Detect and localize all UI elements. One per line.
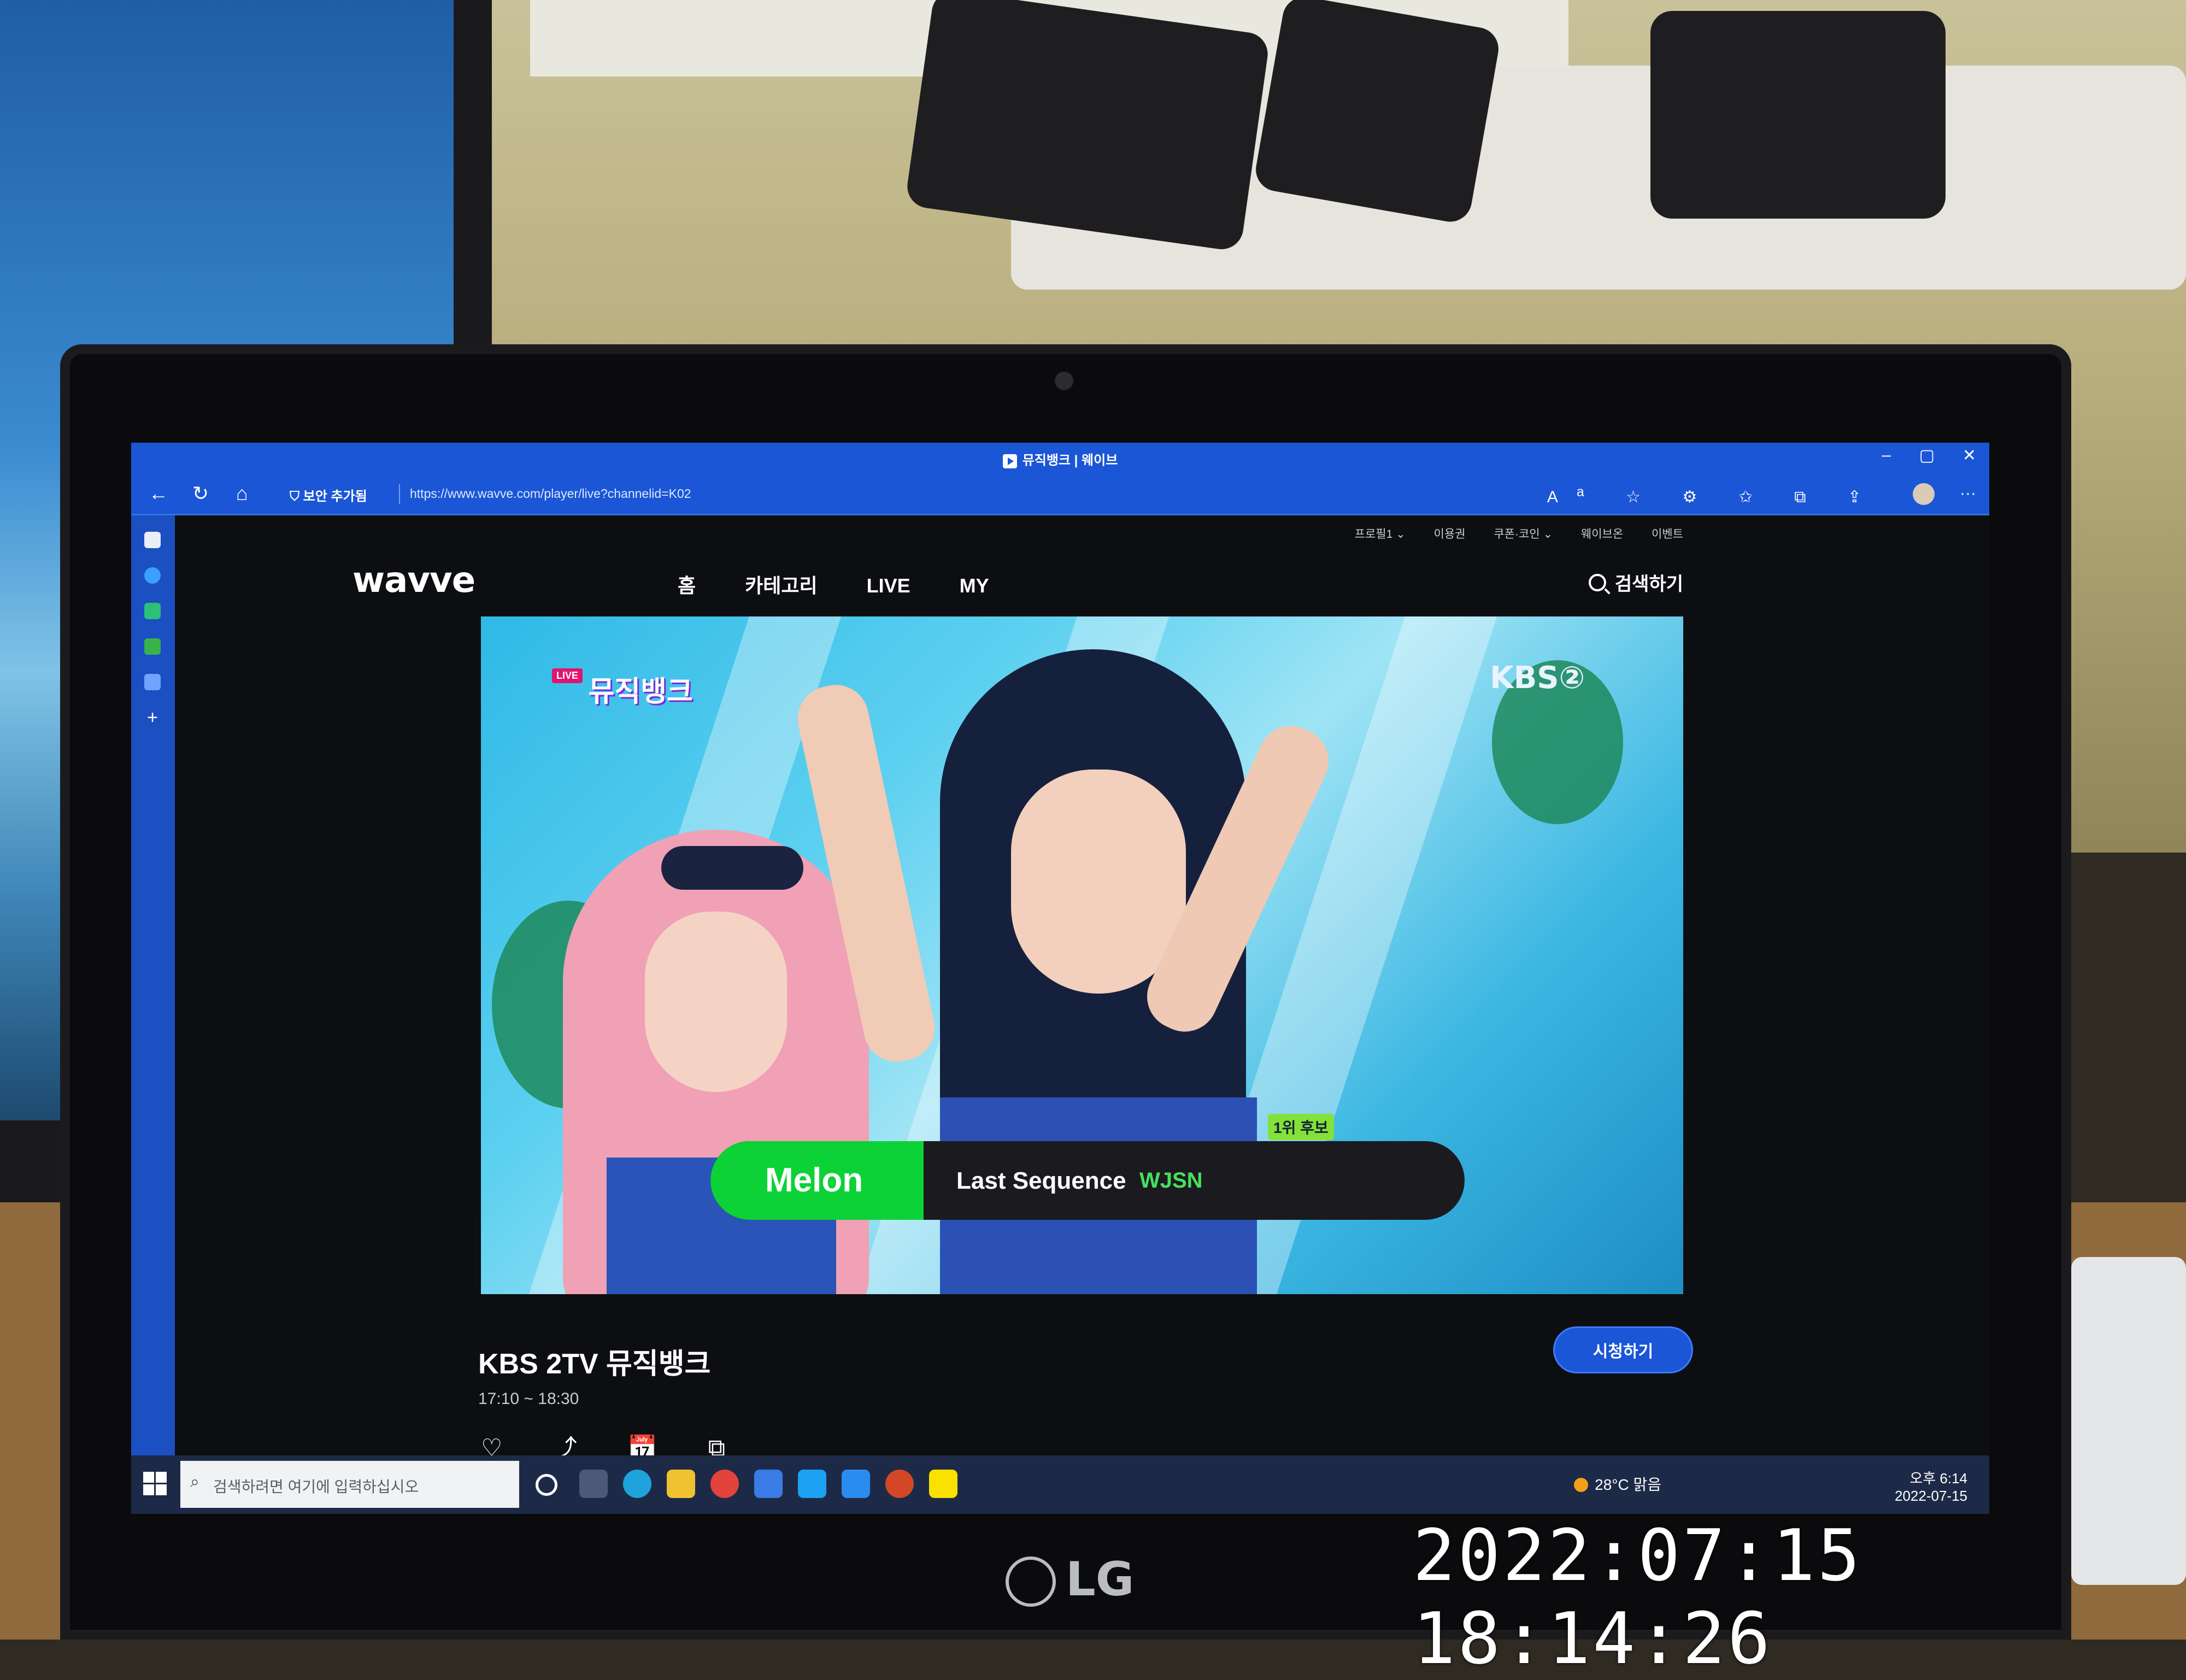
music-bank-logo: LIVE 뮤직뱅크 — [552, 668, 693, 709]
search-sidebar-icon[interactable] — [144, 567, 161, 584]
task-view-icon[interactable] — [579, 1470, 608, 1498]
lg-logo: LG — [1006, 1552, 1134, 1612]
lg-logo-mark — [1006, 1556, 1056, 1607]
security-indicator[interactable]: ⛉ 보안 추가됨 — [290, 485, 367, 504]
melon-logo: Melon — [710, 1141, 924, 1220]
photo-timestamp: 2022:07:15 18:14:26 — [1413, 1514, 1862, 1680]
nav-home[interactable]: 홈 — [678, 574, 696, 597]
top-menu: 프로필1 ⌄ 이용권 쿠폰·코인 ⌄ 웨이브온 이벤트 — [1330, 525, 1683, 542]
divider — [399, 484, 400, 504]
refresh-button[interactable]: ↻ — [192, 482, 209, 505]
now-playing-bar: Melon Last Sequence WJSN — [710, 1141, 1465, 1220]
power-adapter — [1252, 0, 1502, 225]
address-bar: ← ↻ ⌂ ⛉ 보안 추가됨 https://www.wavve.com/pla… — [131, 475, 1989, 515]
home-button[interactable]: ⌂ — [236, 482, 248, 505]
url-field[interactable]: https://www.wavve.com/player/live?channe… — [410, 486, 691, 501]
nav-live[interactable]: LIVE — [867, 574, 910, 597]
live-badge: LIVE — [552, 668, 583, 683]
store-icon[interactable] — [842, 1470, 870, 1498]
artist-name: WJSN — [1139, 1168, 1203, 1193]
browser-sidebar: + — [131, 515, 175, 1455]
performer-left — [563, 830, 869, 1294]
browser-titlebar: 뮤직뱅크 | 웨이브 – ▢ ✕ — [131, 443, 1989, 475]
search-button[interactable]: 검색하기 — [1588, 569, 1683, 596]
nav-my[interactable]: MY — [960, 574, 989, 597]
sun-icon — [1574, 1478, 1589, 1492]
search-icon — [1588, 574, 1606, 591]
first-place-candidate-badge: 1위 후보 — [1268, 1114, 1334, 1140]
program-time: 17:10 ~ 18:30 — [478, 1390, 579, 1408]
start-button[interactable] — [143, 1472, 167, 1496]
search-icon: ⌕ — [190, 1473, 199, 1491]
chrome-icon[interactable] — [710, 1470, 739, 1498]
minimize-button[interactable]: – — [1882, 446, 1891, 465]
edge-icon[interactable] — [623, 1470, 651, 1498]
top-menu-profile[interactable]: 프로필1 ⌄ — [1355, 528, 1406, 541]
kakaotalk-icon[interactable] — [929, 1470, 957, 1498]
top-menu-event[interactable]: 이벤트 — [1652, 528, 1683, 541]
top-menu-wavveon[interactable]: 웨이브온 — [1581, 528, 1623, 541]
profile-avatar[interactable] — [1913, 483, 1935, 505]
main-nav: 홈 카테고리 LIVE MY — [678, 570, 1033, 598]
system-clock[interactable]: 오후 6:14 2022-07-15 — [1895, 1467, 1967, 1505]
cortana-icon[interactable] — [536, 1474, 557, 1496]
laptop-screen: 뮤직뱅크 | 웨이브 – ▢ ✕ ← ↻ ⌂ ⛉ 보안 추가됨 https://… — [131, 443, 1989, 1514]
video-player[interactable]: LIVE 뮤직뱅크 KBS② 1위 후보 Melon Last Sequence… — [481, 616, 1683, 1294]
browser-toolbar-icons[interactable]: Aa ☆ ⚙ ✩ ⧉ ⇪ — [1547, 484, 1880, 507]
speaker-icon[interactable] — [144, 674, 161, 690]
file-explorer-icon[interactable] — [667, 1470, 695, 1498]
powerpoint-icon[interactable] — [885, 1470, 914, 1498]
twitter-icon[interactable] — [798, 1470, 826, 1498]
shopping-icon[interactable] — [144, 603, 161, 619]
close-button[interactable]: ✕ — [1962, 446, 1976, 465]
webcam — [1055, 372, 1073, 390]
maximize-button[interactable]: ▢ — [1919, 446, 1935, 465]
weather-widget[interactable]: 28°C 맑음 — [1574, 1473, 1661, 1495]
song-title: Last Sequence — [956, 1167, 1126, 1194]
wavve-page: 프로필1 ⌄ 이용권 쿠폰·코인 ⌄ 웨이브온 이벤트 wavve 홈 카테고리… — [175, 515, 1989, 1461]
back-button[interactable]: ← — [149, 482, 168, 505]
tools-icon[interactable] — [144, 638, 161, 655]
power-adapter — [1650, 11, 1946, 219]
kbs2-channel-logo: KBS② — [1490, 660, 1585, 696]
tab-actions-icon[interactable] — [144, 532, 161, 548]
watch-button[interactable]: 시청하기 — [1555, 1328, 1691, 1372]
more-icon[interactable]: ··· — [1960, 484, 1976, 503]
calendar-icon[interactable] — [754, 1470, 783, 1498]
taskbar-search[interactable]: ⌕ 검색하려면 여기에 입력하십시오 — [180, 1461, 519, 1508]
nav-category[interactable]: 카테고리 — [745, 574, 817, 597]
wavve-favicon-icon — [1002, 454, 1017, 468]
windows-taskbar: ⌕ 검색하려면 여기에 입력하십시오 28°C 맑음 오후 6:14 2022-… — [131, 1455, 1989, 1514]
add-icon[interactable]: + — [144, 708, 161, 727]
wavve-logo[interactable]: wavve — [352, 560, 475, 601]
tab-title: 뮤직뱅크 | 웨이브 — [131, 449, 1989, 468]
top-menu-pass[interactable]: 이용권 — [1434, 528, 1466, 541]
program-title: KBS 2TV 뮤직뱅크 — [478, 1348, 711, 1380]
top-menu-coupon[interactable]: 쿠폰·코인 ⌄ — [1494, 528, 1553, 541]
